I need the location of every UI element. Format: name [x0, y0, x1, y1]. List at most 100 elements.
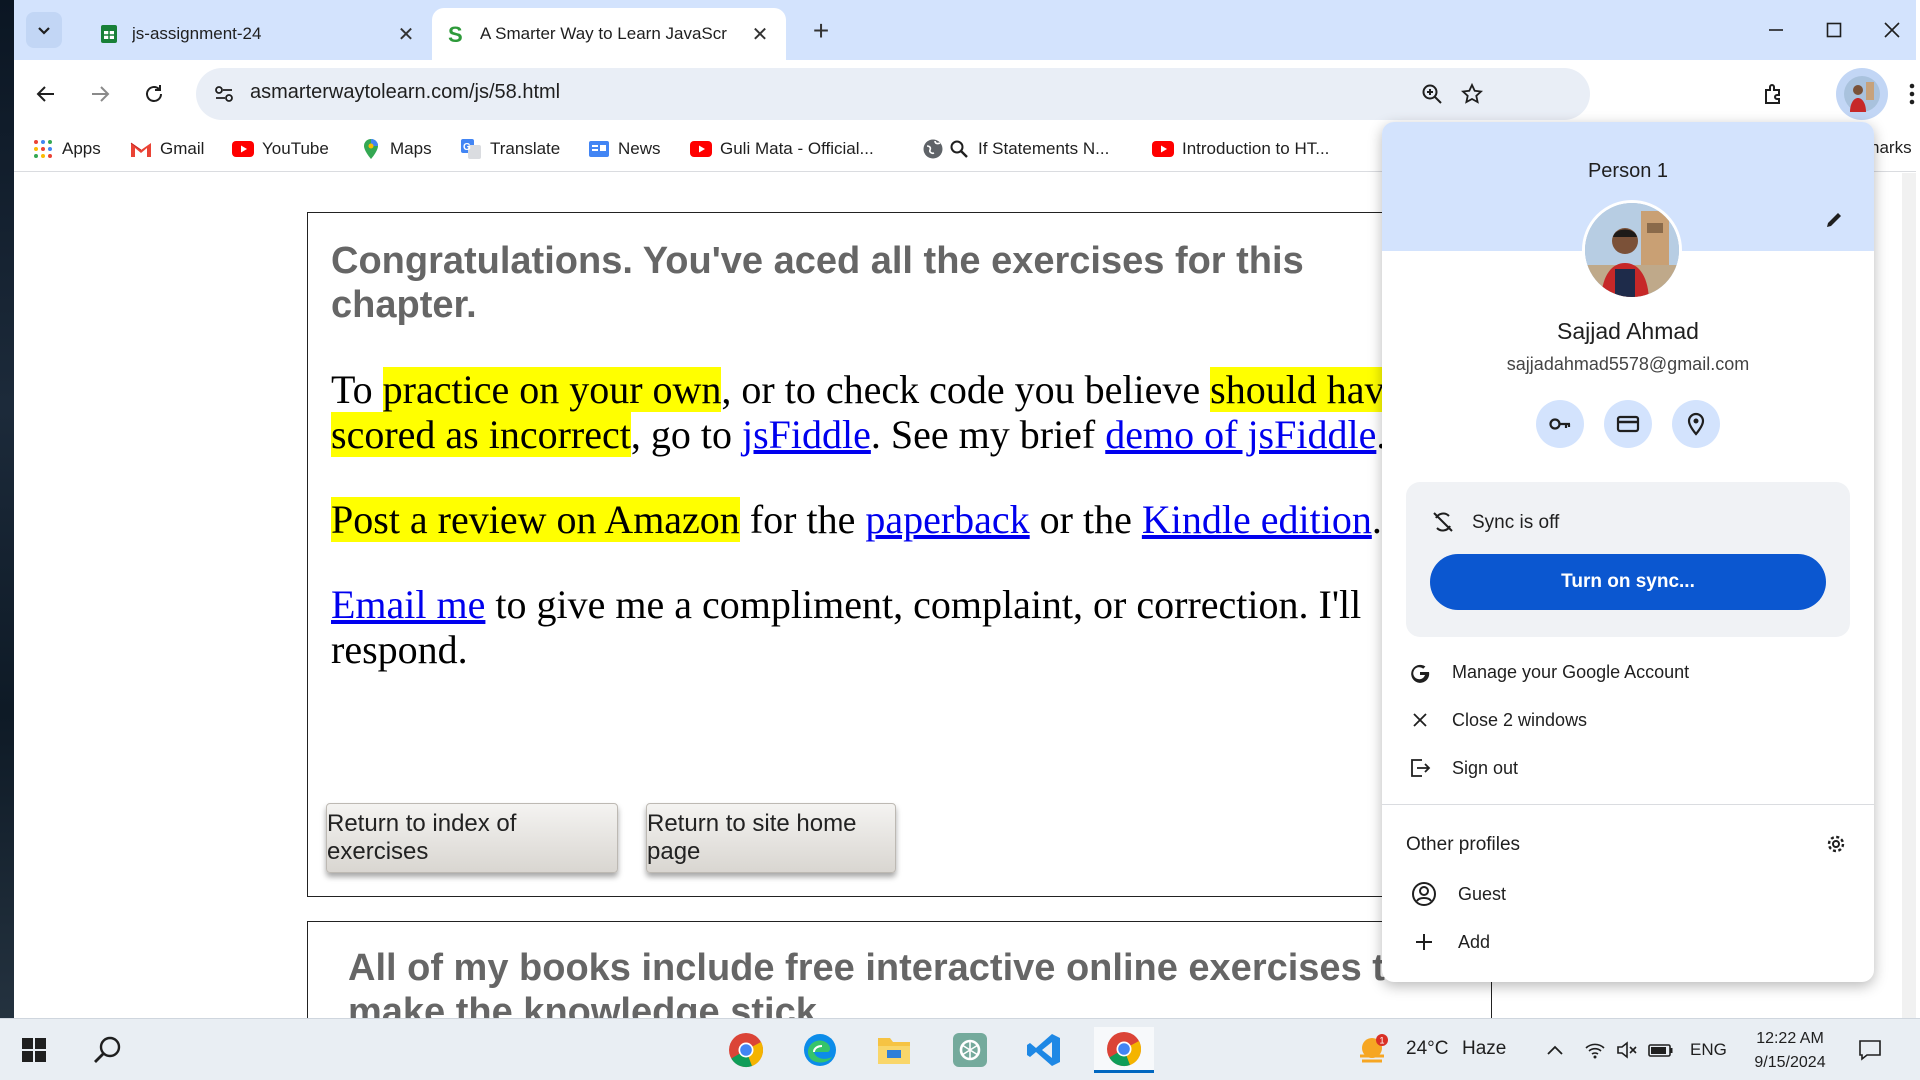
extensions-icon[interactable] — [1754, 74, 1794, 114]
clock-time: 12:22 AM — [1756, 1030, 1824, 1047]
bookmark-intro-html[interactable]: Introduction to HT... — [1152, 138, 1329, 160]
globe-icon — [922, 138, 944, 160]
svg-text:G: G — [463, 142, 471, 153]
text: or the — [1029, 497, 1142, 542]
bookmark-guli-mata[interactable]: Guli Mata - Official... — [690, 138, 874, 160]
guest-profile-item[interactable]: Guest — [1382, 872, 1874, 916]
email-paragraph: Email me to give me a compliment, compla… — [331, 582, 1491, 672]
tab-js-assignment[interactable]: js-assignment-24 ✕ — [84, 8, 432, 60]
bookmark-maps[interactable]: Maps — [360, 138, 432, 160]
addresses-button[interactable] — [1672, 400, 1720, 448]
text: . — [1371, 497, 1382, 542]
close-window-button[interactable] — [1868, 10, 1916, 50]
minimize-button[interactable] — [1752, 10, 1800, 50]
tab-smarter-way[interactable]: S A Smarter Way to Learn JavaScr ✕ — [432, 8, 786, 60]
location-pin-icon — [1687, 412, 1705, 436]
bookmark-label: If Statements N... — [978, 139, 1110, 158]
paperback-link[interactable]: paperback — [865, 497, 1029, 542]
jsfiddle-demo-link[interactable]: demo of jsFiddle — [1105, 412, 1376, 457]
weather-badge: 1 — [1380, 1036, 1385, 1046]
site-info-icon[interactable] — [208, 78, 240, 110]
practice-paragraph: To practice on your own, or to check cod… — [331, 367, 1491, 457]
bookmark-star-icon[interactable] — [1456, 78, 1488, 110]
sync-status-text: Sync is off — [1472, 512, 1560, 533]
passwords-button[interactable] — [1536, 400, 1584, 448]
google-g-icon — [1406, 658, 1434, 686]
taskbar-file-explorer[interactable] — [870, 1027, 918, 1073]
taskbar-search-button[interactable] — [84, 1027, 132, 1073]
sync-box: Sync is off Turn on sync... — [1406, 482, 1850, 637]
volume-muted-icon[interactable] — [1610, 1027, 1644, 1073]
language-indicator[interactable]: ENG — [1690, 1040, 1727, 1060]
youtube-icon — [1152, 138, 1174, 160]
page-scrollbar[interactable] — [1902, 173, 1916, 1018]
taskbar-chrome-active[interactable] — [1094, 1027, 1154, 1073]
jsfiddle-link[interactable]: jsFiddle — [742, 412, 871, 457]
bookmark-translate[interactable]: G Translate — [460, 138, 560, 160]
zoom-icon[interactable] — [1416, 78, 1448, 110]
haze-weather-icon: 1 — [1360, 1034, 1388, 1063]
bookmark-gmail[interactable]: Gmail — [130, 138, 204, 160]
gear-icon[interactable] — [1822, 830, 1850, 858]
edit-profile-icon[interactable] — [1818, 204, 1850, 236]
email-me-link[interactable]: Email me — [331, 582, 485, 627]
key-icon — [1549, 418, 1571, 430]
close-windows-item[interactable]: Close 2 windows — [1382, 698, 1874, 742]
return-to-index-button[interactable]: Return to index of exercises — [326, 803, 618, 873]
taskbar-vscode[interactable] — [1020, 1027, 1068, 1073]
battery-icon[interactable] — [1644, 1027, 1678, 1073]
weather-temp[interactable]: 24°C — [1406, 1038, 1448, 1060]
other-profiles-heading: Other profiles — [1406, 834, 1521, 855]
bookmark-if-statements[interactable]: If Statements N... — [922, 138, 1109, 160]
arrow-left-icon — [36, 86, 54, 102]
return-to-home-button[interactable]: Return to site home page — [646, 803, 896, 873]
close-tab-icon[interactable]: ✕ — [748, 22, 772, 46]
chrome-menu-icon[interactable] — [1892, 74, 1920, 114]
bookmark-youtube[interactable]: YouTube — [232, 138, 329, 160]
text: , or to check code you believe — [721, 367, 1211, 412]
reload-button[interactable] — [134, 74, 174, 114]
text: . See my brief — [870, 412, 1106, 457]
all-bookmarks-label[interactable]: narks — [1870, 138, 1912, 158]
taskbar-chatgpt[interactable] — [946, 1027, 994, 1073]
system-clock[interactable]: 12:22 AM 9/15/2024 — [1735, 1027, 1845, 1075]
weather-widget[interactable]: 1 — [1352, 1027, 1392, 1073]
payment-methods-button[interactable] — [1604, 400, 1652, 448]
windows-taskbar: 1 24°C Haze ENG 12:22 AM 9/15/2024 — [0, 1018, 1920, 1080]
text: to give me a compliment, complaint, or c… — [331, 582, 1362, 672]
notification-icon — [1859, 1040, 1881, 1061]
chevron-up-icon — [1547, 1045, 1563, 1055]
notifications-button[interactable] — [1850, 1027, 1890, 1073]
forward-button[interactable] — [80, 74, 120, 114]
add-profile-item[interactable]: Add — [1382, 920, 1874, 964]
new-tab-button[interactable]: + — [804, 14, 838, 48]
taskbar-chrome[interactable] — [722, 1027, 770, 1073]
site-s-icon: S — [446, 23, 468, 45]
maximize-button[interactable] — [1810, 10, 1858, 50]
bookmark-label: YouTube — [262, 139, 329, 158]
account-circle-icon — [1410, 880, 1438, 908]
translate-icon: G — [460, 138, 482, 160]
highlight-text: practice on your own — [382, 367, 722, 412]
menu-divider — [1382, 804, 1874, 805]
arrow-right-icon — [92, 86, 110, 102]
manage-google-account-item[interactable]: Manage your Google Account — [1382, 650, 1874, 694]
tab-search-button[interactable] — [26, 12, 62, 48]
sign-out-item[interactable]: Sign out — [1382, 746, 1874, 790]
network-icon[interactable] — [1578, 1027, 1612, 1073]
bookmark-apps[interactable]: Apps — [32, 138, 101, 160]
taskbar-edge[interactable] — [796, 1027, 844, 1073]
close-tab-icon[interactable]: ✕ — [394, 22, 418, 46]
bookmark-label: Guli Mata - Official... — [720, 139, 874, 158]
profile-avatar-button[interactable] — [1836, 68, 1888, 120]
weather-text[interactable]: Haze — [1462, 1038, 1506, 1060]
show-hidden-icons-button[interactable] — [1538, 1027, 1572, 1073]
books-heading: All of my books include free interactive… — [348, 947, 1442, 1018]
bookmark-news[interactable]: News — [588, 138, 661, 160]
address-bar[interactable]: asmarterwaytolearn.com/js/58.html — [196, 68, 1590, 120]
close-icon — [1884, 22, 1900, 38]
back-button[interactable] — [26, 74, 66, 114]
start-button[interactable] — [10, 1027, 58, 1073]
kindle-link[interactable]: Kindle edition — [1142, 497, 1372, 542]
turn-on-sync-button[interactable]: Turn on sync... — [1430, 554, 1826, 610]
